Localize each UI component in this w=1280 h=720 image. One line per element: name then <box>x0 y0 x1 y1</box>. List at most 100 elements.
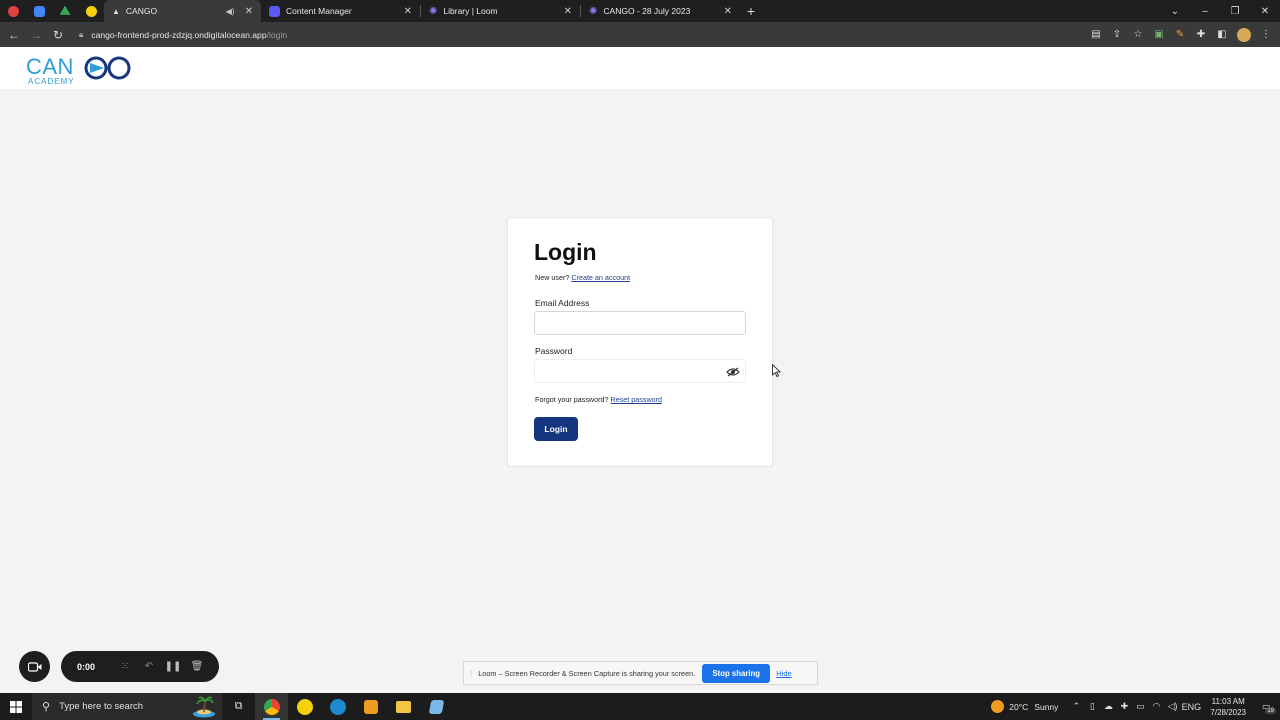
minimize-button[interactable]: – <box>1190 6 1220 17</box>
drag-handle-icon[interactable]: ⁞ <box>470 669 472 678</box>
tab-content-manager[interactable]: Content Manager ✕ <box>261 0 420 22</box>
plus-tray-icon[interactable]: ✚ <box>1116 701 1132 712</box>
close-window-button[interactable]: ✕ <box>1250 6 1280 17</box>
close-tab-icon[interactable]: ✕ <box>245 6 253 17</box>
taskbar-edge[interactable] <box>321 693 354 720</box>
login-card: Login New user? Create an account Email … <box>507 217 773 467</box>
back-button[interactable]: ← <box>3 28 25 42</box>
tab-cango-video[interactable]: ✺ CANGO - 28 July 2023 ✕ <box>581 0 740 22</box>
hide-link[interactable]: Hide <box>776 669 791 678</box>
battery-saver-icon[interactable]: ▯ <box>1084 701 1100 712</box>
pen-extension-icon[interactable]: ✎ <box>1174 29 1186 40</box>
wifi-icon[interactable]: ◠ <box>1148 701 1164 712</box>
create-account-link[interactable]: Create an account <box>571 273 630 282</box>
sharing-message: Loom – Screen Recorder & Screen Capture … <box>478 668 696 678</box>
restart-icon[interactable]: ↶ <box>137 661 161 672</box>
pause-icon[interactable]: ❚❚ <box>161 661 185 672</box>
delete-trash-icon[interactable]: 🗑︎ <box>185 661 209 672</box>
input-language[interactable]: ENG <box>1180 702 1202 712</box>
island-illustration-icon <box>193 696 215 718</box>
usb-drive-icon[interactable]: ▭ <box>1132 701 1148 712</box>
cango-academy-logo[interactable]: CAN ACADEMY <box>26 53 136 87</box>
browser-tab-strip: ▲ CANGO ◀) ✕ Content Manager ✕ ✺ Library… <box>0 0 1280 22</box>
login-button[interactable]: Login <box>534 417 578 441</box>
pinned-tab-drive[interactable] <box>52 0 78 22</box>
password-label: Password <box>535 346 573 356</box>
taskbar-sublime[interactable] <box>354 693 387 720</box>
forgot-password-text: Forgot your password? <box>535 395 609 404</box>
onedrive-cloud-icon[interactable]: ☁ <box>1100 701 1116 712</box>
speaker-icon[interactable]: ◀) <box>226 7 235 16</box>
system-tray: 20°C Sunny ⌃ ▯ ☁ ✚ ▭ ◠ ◁) ENG 11:03 AM 7… <box>991 693 1280 720</box>
new-tab-button[interactable]: + <box>740 3 762 19</box>
extension-icon[interactable]: ▣ <box>1153 29 1165 40</box>
windows-taskbar: ⚲ Type here to search ⧉ 20°C Sunny ⌃ ▯ ☁… <box>0 693 1280 720</box>
bookmark-star-icon[interactable]: ☆ <box>1132 29 1144 40</box>
profile-avatar[interactable] <box>1237 27 1251 42</box>
sublime-text-icon <box>363 699 378 714</box>
side-panel-icon[interactable]: ◧ <box>1216 29 1228 40</box>
loom-camera-button[interactable] <box>19 651 50 682</box>
url-text: cango-frontend-prod-zdzjq.ondigitalocean… <box>91 30 287 40</box>
task-view-button[interactable]: ⧉ <box>222 693 255 720</box>
loom-favicon: ✺ <box>429 5 438 17</box>
password-field[interactable] <box>534 359 746 383</box>
notification-count-badge: 19 <box>1265 708 1276 714</box>
close-tab-icon[interactable]: ✕ <box>404 6 412 17</box>
windows-logo-icon <box>10 700 22 713</box>
drive-icon <box>59 5 71 15</box>
email-field[interactable] <box>534 311 746 335</box>
stop-sharing-button[interactable]: Stop sharing <box>702 663 771 683</box>
taskbar-chrome[interactable] <box>255 693 288 720</box>
tab-cango[interactable]: ▲ CANGO ◀) ✕ <box>104 0 261 22</box>
share-icon[interactable]: ⇪ <box>1111 29 1123 40</box>
drag-grid-icon[interactable]: ⁙ <box>113 661 137 672</box>
system-clock[interactable]: 11:03 AM 7/28/2023 <box>1210 696 1246 718</box>
tab-title: CANGO - 28 July 2023 <box>603 6 691 16</box>
svg-text:CAN: CAN <box>26 54 74 79</box>
pinned-tab-record[interactable] <box>0 0 26 22</box>
taskbar-app-smiley[interactable] <box>288 693 321 720</box>
show-hidden-icons-chevron-icon[interactable]: ⌃ <box>1068 701 1084 712</box>
chrome-icon <box>263 698 280 715</box>
weather-widget[interactable]: 20°C Sunny <box>991 700 1058 713</box>
pinned-tab-calendar[interactable] <box>26 0 52 22</box>
sun-icon <box>991 700 1005 713</box>
notification-center-button[interactable]: ▭ 19 <box>1256 701 1276 714</box>
close-tab-icon[interactable]: ✕ <box>564 6 572 17</box>
new-user-text: New user? <box>535 273 570 282</box>
tab-loom-library[interactable]: ✺ Library | Loom ✕ <box>421 0 580 22</box>
url-path: /login <box>266 29 288 40</box>
url-host: cango-frontend-prod-zdzjq.ondigitalocean… <box>91 29 267 40</box>
restore-button[interactable]: ❐ <box>1220 6 1250 17</box>
clock-time: 11:03 AM <box>1211 696 1245 706</box>
tab-search-icon[interactable]: ⌄ <box>1160 6 1190 17</box>
toggle-password-visibility-icon[interactable] <box>726 367 740 377</box>
pinned-tab-app[interactable] <box>78 0 104 22</box>
search-placeholder: Type here to search <box>59 701 144 712</box>
record-icon <box>7 5 19 17</box>
start-button[interactable] <box>0 693 32 720</box>
taskbar-file-explorer[interactable] <box>387 693 420 720</box>
forward-button[interactable]: → <box>25 28 47 42</box>
close-tab-icon[interactable]: ✕ <box>724 6 732 17</box>
smiley-icon <box>85 5 97 17</box>
reload-button[interactable]: ↻ <box>47 28 69 42</box>
task-view-icon: ⧉ <box>234 700 243 712</box>
menu-kebab-icon[interactable]: ⋮ <box>1260 29 1272 40</box>
video-camera-icon <box>27 661 41 672</box>
reading-mode-icon[interactable]: ▤ <box>1090 29 1102 40</box>
tab-title: CANGO <box>125 6 158 16</box>
lock-icon[interactable]: 🔒︎ <box>79 30 83 40</box>
toolbar-icons: ▤ ⇪ ☆ ▣ ✎ ✚ ◧ ⋮ <box>1090 22 1272 47</box>
extensions-puzzle-icon[interactable]: ✚ <box>1195 29 1207 40</box>
cango-favicon: ▲ <box>112 6 120 16</box>
address-bar[interactable]: 🔒︎ cango-frontend-prod-zdzjq.ondigitaloc… <box>79 25 1139 44</box>
calendar-icon <box>33 5 45 17</box>
reset-password-link[interactable]: Reset password <box>611 395 663 404</box>
folder-icon <box>396 700 411 713</box>
taskbar-app-notes[interactable] <box>420 693 453 720</box>
new-user-row: New user? Create an account <box>535 273 630 282</box>
volume-icon[interactable]: ◁) <box>1164 701 1180 712</box>
taskbar-search-box[interactable]: ⚲ Type here to search <box>32 693 222 720</box>
